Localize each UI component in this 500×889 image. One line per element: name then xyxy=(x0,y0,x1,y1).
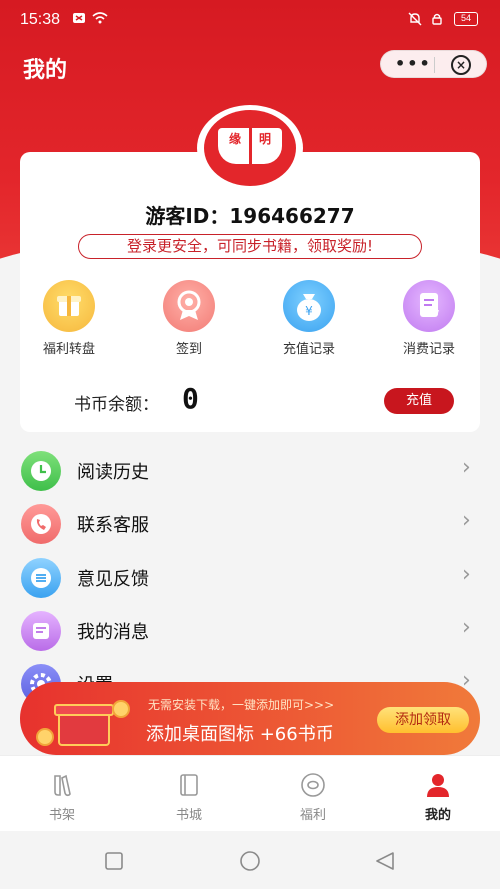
chevron-right-icon: › xyxy=(462,455,471,480)
tab-bookshelf[interactable]: 书架 xyxy=(22,770,102,823)
quick-action-recharge-history[interactable]: ¥ 充值记录 xyxy=(264,280,354,357)
tab-label: 书架 xyxy=(48,808,75,823)
close-button[interactable]: × xyxy=(451,55,471,75)
book-icon xyxy=(174,770,204,800)
quick-action-checkin[interactable]: 签到 xyxy=(144,280,234,357)
mini-program-capsule: ••• × xyxy=(380,50,487,78)
quick-action-lucky-wheel[interactable]: 福利转盘 xyxy=(24,280,114,357)
capsule-divider xyxy=(434,57,435,73)
mute-icon xyxy=(408,12,422,30)
quick-action-spending-history[interactable]: 消费记录 xyxy=(384,280,474,357)
tab-bookstore[interactable]: 书城 xyxy=(149,770,229,823)
menu-item-reading-history[interactable]: 阅读历史 › xyxy=(0,443,500,496)
menu-item-label: 联系客服 xyxy=(77,515,149,536)
quick-action-label: 福利转盘 xyxy=(42,342,95,357)
add-to-desktop-banner[interactable]: 无需安装下载，一键添加即可>>> 添加桌面图标 +66书币 添加领取 xyxy=(20,682,480,755)
menu-item-label: 意见反馈 xyxy=(77,569,149,590)
logo-char-left: 缘 xyxy=(229,132,242,146)
clock-icon xyxy=(21,451,61,491)
quick-action-label: 签到 xyxy=(175,342,202,357)
svg-text:¥: ¥ xyxy=(305,304,313,318)
balance-label: 书币余额： xyxy=(74,395,159,415)
quick-action-label: 充值记录 xyxy=(282,342,335,357)
bottom-tab-bar: 书架 书城 福利 我的 xyxy=(0,755,500,831)
bookshelf-icon xyxy=(47,770,77,800)
medal-icon xyxy=(163,280,215,332)
menu-item-label: 我的消息 xyxy=(77,622,149,643)
message-icon xyxy=(21,611,61,651)
menu-item-my-messages[interactable]: 我的消息 › xyxy=(0,603,500,656)
tab-welfare[interactable]: 福利 xyxy=(273,770,353,823)
status-bar: 15:38 54 xyxy=(0,0,500,40)
menu-item-label: 阅读历史 xyxy=(77,462,149,483)
gift-illustration-icon xyxy=(36,692,130,748)
receipt-icon xyxy=(403,280,455,332)
page-title: 我的 xyxy=(23,58,68,83)
logo-char-right: 明 xyxy=(259,132,272,146)
money-bag-icon: ¥ xyxy=(283,280,335,332)
chevron-right-icon: › xyxy=(462,508,471,533)
alarm-icon xyxy=(430,12,444,30)
home-button[interactable] xyxy=(238,851,262,875)
welfare-icon xyxy=(298,770,328,800)
menu-item-feedback[interactable]: 意见反馈 › xyxy=(0,550,500,603)
balance-value: 0 xyxy=(182,382,199,415)
tab-label: 我的 xyxy=(424,808,451,823)
quick-action-label: 消费记录 xyxy=(402,342,455,357)
add-claim-button[interactable]: 添加领取 xyxy=(377,707,469,733)
more-button[interactable]: ••• xyxy=(395,54,432,73)
chevron-right-icon: › xyxy=(462,562,471,587)
tab-label: 书城 xyxy=(175,808,202,823)
battery-icon: 54 xyxy=(454,12,478,26)
status-time: 15:38 xyxy=(20,11,61,28)
menu-item-customer-service[interactable]: 联系客服 › xyxy=(0,496,500,549)
person-icon xyxy=(423,770,453,800)
chevron-right-icon: › xyxy=(462,615,471,640)
recharge-button[interactable]: 充值 xyxy=(384,388,454,414)
phone-icon xyxy=(21,504,61,544)
app-logo: 缘 明 xyxy=(197,105,303,191)
back-button[interactable] xyxy=(374,851,396,875)
tab-mine[interactable]: 我的 xyxy=(398,770,478,823)
book-logo-icon: 缘 明 xyxy=(204,110,296,186)
recent-apps-button[interactable] xyxy=(104,851,124,875)
notification-icon xyxy=(72,12,86,28)
banner-subtitle: 无需安装下载，一键添加即可>>> xyxy=(148,698,335,712)
visitor-id: 游客ID：196466277 xyxy=(145,204,355,228)
profile-card: 游客ID：196466277 登录更安全，可同步书籍，领取奖励! 福利转盘 签到… xyxy=(20,152,480,432)
tab-label: 福利 xyxy=(299,808,326,823)
gift-box-icon xyxy=(43,280,95,332)
login-prompt-button[interactable]: 登录更安全，可同步书籍，领取奖励! xyxy=(78,234,422,259)
feedback-icon xyxy=(21,558,61,598)
wifi-icon xyxy=(92,12,108,28)
banner-title: 添加桌面图标 +66书币 xyxy=(146,724,334,745)
system-navigation-bar xyxy=(0,831,500,889)
